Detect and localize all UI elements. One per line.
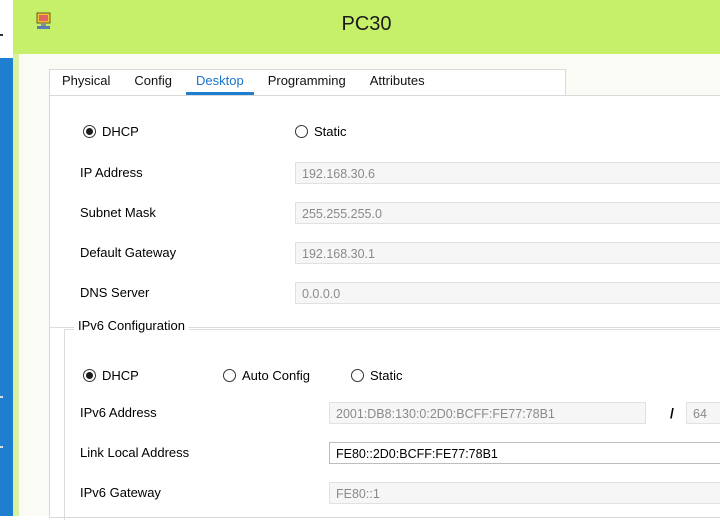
ipv4-dhcp-radio[interactable]: DHCP bbox=[83, 124, 139, 139]
link-local-label: Link Local Address bbox=[80, 445, 190, 460]
tab-physical[interactable]: Physical bbox=[50, 69, 122, 93]
default-gateway-row: Default Gateway 192.168.30.1 bbox=[50, 239, 720, 269]
desktop-edge-mark bbox=[0, 396, 3, 398]
default-gateway-field[interactable]: 192.168.30.1 bbox=[295, 242, 720, 264]
tab-attributes[interactable]: Attributes bbox=[358, 69, 437, 93]
ipv4-static-radio[interactable]: Static bbox=[295, 124, 347, 139]
title-bar[interactable]: PC30 bbox=[13, 0, 720, 54]
radio-unselected-icon bbox=[295, 125, 308, 138]
subnet-mask-field[interactable]: 255.255.255.0 bbox=[295, 202, 720, 224]
ipv4-static-label: Static bbox=[314, 124, 347, 139]
desktop-edge-mark bbox=[0, 34, 3, 36]
ip-configuration-panel: DHCP Static IP Address 192.168.30.6 Subn… bbox=[49, 95, 720, 520]
radio-selected-icon bbox=[83, 369, 96, 382]
ipv6-dhcp-radio[interactable]: DHCP bbox=[83, 368, 139, 383]
ipv6-auto-config-radio[interactable]: Auto Config bbox=[223, 368, 310, 383]
dns-server-row: DNS Server 0.0.0.0 bbox=[50, 279, 720, 309]
radio-unselected-icon bbox=[351, 369, 364, 382]
ipv4-dhcp-label: DHCP bbox=[102, 124, 139, 139]
desktop-edge-mark bbox=[0, 446, 3, 448]
window-client: Physical Config Desktop Programming Attr… bbox=[19, 54, 720, 520]
prefix-separator: / bbox=[670, 405, 674, 421]
ipv6-address-field[interactable]: 2001:DB8:130:0:2D0:BCFF:FE77:78B1 bbox=[329, 402, 646, 424]
subnet-mask-row: Subnet Mask 255.255.255.0 bbox=[50, 199, 720, 229]
ipv6-gateway-label: IPv6 Gateway bbox=[80, 485, 161, 500]
ipv6-auto-config-label: Auto Config bbox=[242, 368, 310, 383]
tab-programming[interactable]: Programming bbox=[256, 69, 358, 93]
ipv6-group-label: IPv6 Configuration bbox=[74, 318, 189, 333]
dns-server-field[interactable]: 0.0.0.0 bbox=[295, 282, 720, 304]
ipv6-dhcp-label: DHCP bbox=[102, 368, 139, 383]
radio-selected-icon bbox=[83, 125, 96, 138]
ipv6-static-radio[interactable]: Static bbox=[351, 368, 403, 383]
link-local-row: Link Local Address FE80::2D0:BCFF:FE77:7… bbox=[50, 439, 720, 469]
ipv6-mode-row: DHCP Auto Config Static bbox=[50, 362, 720, 392]
desktop-edge bbox=[0, 0, 14, 516]
ipv6-gateway-field[interactable]: FE80::1 bbox=[329, 482, 720, 504]
ip-address-label: IP Address bbox=[80, 165, 143, 180]
ip-address-field[interactable]: 192.168.30.6 bbox=[295, 162, 720, 184]
default-gateway-label: Default Gateway bbox=[80, 245, 177, 260]
subnet-mask-label: Subnet Mask bbox=[80, 205, 156, 220]
ipv6-gateway-row: IPv6 Gateway FE80::1 bbox=[50, 479, 720, 509]
ipv6-address-row: IPv6 Address 2001:DB8:130:0:2D0:BCFF:FE7… bbox=[50, 399, 720, 429]
ipv6-address-label: IPv6 Address bbox=[80, 405, 157, 420]
ipv6-static-label: Static bbox=[370, 368, 403, 383]
tab-desktop[interactable]: Desktop bbox=[184, 69, 256, 95]
pc-window: PC30 Physical Config Desktop Programming… bbox=[13, 0, 720, 520]
ipv6-prefix-field[interactable]: 64 bbox=[686, 402, 720, 424]
link-local-address-field[interactable]: FE80::2D0:BCFF:FE77:78B1 bbox=[329, 442, 720, 464]
tab-bar: Physical Config Desktop Programming Attr… bbox=[50, 69, 437, 95]
window-title: PC30 bbox=[341, 13, 392, 35]
tab-config[interactable]: Config bbox=[122, 69, 184, 93]
ipv4-mode-row: DHCP Static bbox=[50, 118, 720, 148]
radio-unselected-icon bbox=[223, 369, 236, 382]
dns-server-label: DNS Server bbox=[80, 285, 150, 300]
ip-address-row: IP Address 192.168.30.6 bbox=[50, 159, 720, 189]
